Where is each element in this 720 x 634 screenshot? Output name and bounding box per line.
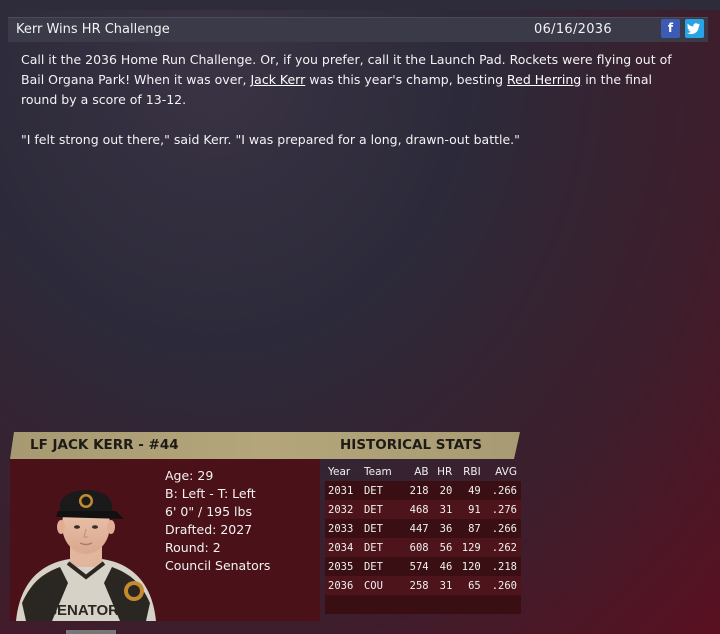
jersey-lettering: SENATORS: [47, 602, 129, 619]
stat-rbi: 87: [468, 522, 481, 535]
stat-avg: .266: [491, 484, 517, 497]
player-card-header: LF JACK KERR - #44 HISTORICAL STATS: [10, 432, 520, 459]
stat-avg: .218: [491, 560, 517, 573]
stat-ab: 447: [409, 522, 429, 535]
player-link-jack-kerr[interactable]: Jack Kerr: [250, 72, 305, 87]
top-edge: [0, 0, 720, 10]
player-bats-throws: B: Left - T: Left: [165, 486, 256, 501]
player-age: Age: 29: [165, 468, 214, 483]
stat-team: DET: [363, 503, 383, 516]
stat-hr: 36: [439, 522, 453, 535]
player-photo[interactable]: SENATORS: [12, 463, 158, 621]
player-draft-round: Round: 2: [165, 540, 221, 555]
col-avg-header: AVG: [495, 465, 517, 478]
stat-rbi: 49: [468, 484, 481, 497]
stats-header-row: Year Team AB HR RBI AVG: [325, 462, 521, 481]
news-article: Call it the 2036 Home Run Challenge. Or,…: [21, 50, 691, 170]
stat-year: 2034: [328, 541, 354, 554]
stat-hr: 31: [439, 503, 453, 516]
col-hr-header: HR: [437, 465, 453, 478]
bottom-scroll-tab[interactable]: [66, 630, 116, 634]
stats-row: 2032 DET 468 31 91 .276: [325, 500, 521, 519]
col-year-header: Year: [328, 465, 351, 478]
article-paragraph-2: "I felt strong out there," said Kerr. "I…: [21, 132, 520, 147]
stat-hr: 20: [439, 484, 453, 497]
player-card-title[interactable]: LF JACK KERR - #44: [30, 437, 179, 453]
stat-year: 2032: [328, 503, 354, 516]
stat-year: 2036: [328, 579, 354, 592]
stat-team: DET: [363, 541, 383, 554]
stat-hr: 46: [439, 560, 453, 573]
stats-row: 2031 DET 218 20 49 .266: [325, 481, 521, 500]
stat-ab: 574: [409, 560, 429, 573]
player-team: Council Senators: [165, 558, 271, 573]
news-headline: Kerr Wins HR Challenge: [16, 22, 170, 37]
player-height-weight: 6' 0" / 195 lbs: [165, 504, 252, 519]
stat-avg: .260: [491, 579, 517, 592]
stat-ab: 468: [409, 503, 429, 516]
stat-hr: 31: [439, 579, 453, 592]
stat-year: 2031: [328, 484, 354, 497]
twitter-share-icon[interactable]: [685, 19, 704, 38]
stat-rbi: 65: [468, 579, 481, 592]
stat-team: COU: [363, 579, 383, 592]
stat-avg: .262: [491, 541, 517, 554]
stat-year: 2033: [328, 522, 354, 535]
historical-stats-title: HISTORICAL STATS: [340, 437, 483, 453]
stat-ab: 608: [409, 541, 429, 554]
historical-stats-panel: Year Team AB HR RBI AVG 2031 DET 218 20 …: [325, 462, 521, 614]
stat-team: DET: [363, 484, 383, 497]
stat-team: DET: [363, 522, 383, 535]
article-paragraph-1: Call it the 2036 Home Run Challenge. Or,…: [21, 52, 672, 107]
player-bio: Age: 29 B: Left - T: Left 6' 0" / 195 lb…: [165, 467, 270, 575]
stat-avg: .266: [491, 522, 517, 535]
stat-rbi: 129: [461, 541, 481, 554]
stat-ab: 218: [409, 484, 429, 497]
col-team-header: Team: [363, 465, 392, 478]
stat-rbi: 91: [468, 503, 481, 516]
stat-rbi: 120: [461, 560, 481, 573]
stats-row: 2036 COU 258 31 65 .260: [325, 576, 521, 595]
stat-team: DET: [363, 560, 383, 573]
stat-ab: 258: [409, 579, 429, 592]
player-card: SENATORS Age: 29 B: Left - T: Left 6' 0"…: [10, 459, 320, 621]
stats-row: 2035 DET 574 46 120 .218: [325, 557, 521, 576]
stat-year: 2035: [328, 560, 354, 573]
twitter-bird-icon: [687, 23, 700, 35]
stats-empty-row: [325, 595, 521, 614]
news-date: 06/16/2036: [534, 22, 612, 37]
facebook-share-icon[interactable]: f: [661, 19, 680, 38]
historical-stats-table: Year Team AB HR RBI AVG 2031 DET 218 20 …: [325, 462, 521, 614]
col-rbi-header: RBI: [463, 465, 481, 478]
player-drafted: Drafted: 2027: [165, 522, 253, 537]
player-link-red-herring[interactable]: Red Herring: [507, 72, 581, 87]
stats-row: 2034 DET 608 56 129 .262: [325, 538, 521, 557]
stat-hr: 56: [439, 541, 453, 554]
stats-row: 2033 DET 447 36 87 .266: [325, 519, 521, 538]
col-ab-header: AB: [414, 465, 429, 478]
stat-avg: .276: [491, 503, 517, 516]
news-title-bar: Kerr Wins HR Challenge 06/16/2036 f: [8, 17, 708, 42]
